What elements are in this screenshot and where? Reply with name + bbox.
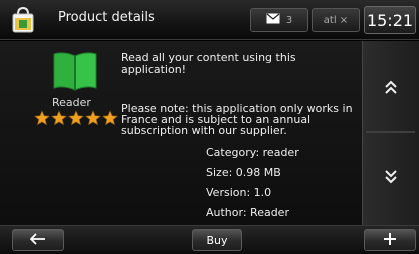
message-icon	[266, 13, 280, 27]
detail-size: Size: 0.98 MB	[206, 166, 281, 179]
book-icon	[52, 50, 98, 92]
messages-count: 3	[285, 14, 293, 26]
product-name: Reader	[52, 96, 91, 109]
shopping-bag-icon	[8, 5, 38, 35]
star-icon	[102, 110, 118, 126]
messages-indicator[interactable]: 3	[250, 8, 308, 32]
scroll-up-button[interactable]	[362, 50, 419, 128]
double-chevron-up-icon	[384, 79, 398, 99]
page-title: Product details	[58, 10, 155, 25]
clock: 15:21	[364, 6, 416, 34]
product-note: Please note: this application only works…	[121, 102, 353, 137]
buy-button[interactable]: Buy	[192, 229, 242, 251]
back-button[interactable]	[12, 229, 64, 251]
signal-indicator: atl ×	[312, 8, 360, 32]
detail-version: Version: 1.0	[206, 186, 272, 199]
back-arrow-icon	[29, 232, 46, 248]
product-description: Read all your content using this applica…	[121, 51, 296, 76]
detail-author: Author: Reader	[206, 206, 289, 219]
star-icon	[85, 110, 101, 126]
star-icon	[34, 110, 50, 126]
star-icon	[68, 110, 84, 126]
scroll-divider	[366, 131, 415, 133]
rating-stars	[34, 110, 118, 126]
plus-icon	[383, 232, 397, 249]
star-icon	[51, 110, 67, 126]
double-chevron-down-icon	[384, 169, 398, 189]
scroll-down-button[interactable]	[362, 140, 419, 218]
add-button[interactable]	[364, 229, 416, 251]
detail-category: Category: reader	[206, 146, 299, 159]
signal-label: atl ×	[323, 14, 349, 26]
